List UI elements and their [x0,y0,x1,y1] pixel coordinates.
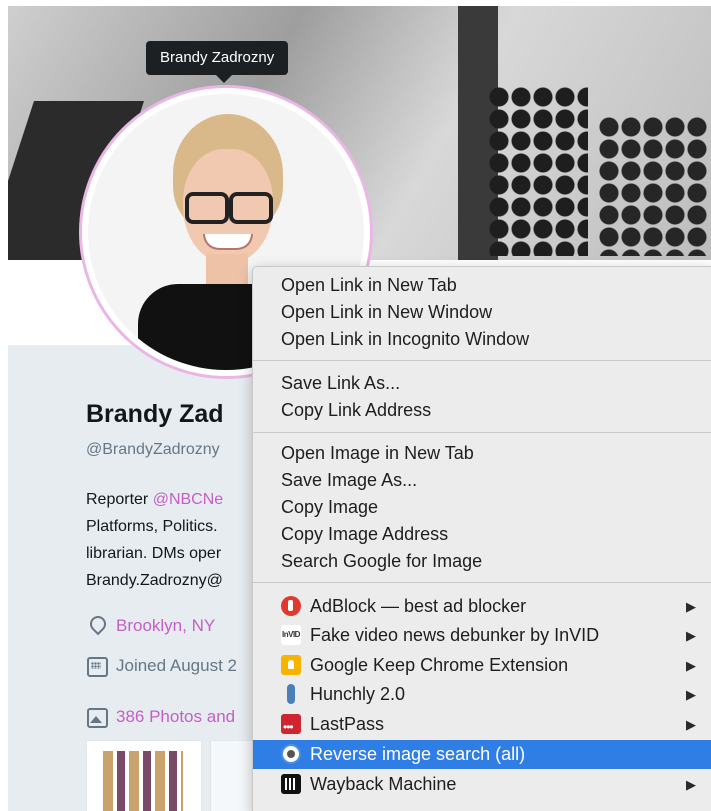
profile-name: Brandy Zad [86,400,224,428]
reverse-image-search-icon [281,744,301,764]
menu-item-copy-image-address[interactable]: Copy Image Address [253,521,711,548]
lastpass-icon [281,713,301,742]
profile-bio: Reporter @NBCNe Platforms, Politics. lib… [86,491,224,589]
adblock-icon [281,596,301,616]
profile-handle[interactable]: @BrandyZadrozny [86,441,220,459]
hunchly-icon [281,684,301,704]
menu-item-copy-image[interactable]: Copy Image [253,494,711,521]
menu-item-save-image-as[interactable]: Save Image As... [253,467,711,494]
menu-item-search-google-for-image[interactable]: Search Google for Image [253,548,711,575]
submenu-arrow-icon: ▶ [686,599,696,614]
tooltip-arrow [216,75,232,83]
location-pin-icon [86,615,108,637]
twitter-profile-page: Brandy Zadrozny Brandy Zad @BrandyZadroz… [0,0,711,811]
menu-separator [253,360,711,361]
menu-item-hunchly[interactable]: Hunchly 2.0 ▶ [253,680,711,709]
context-menu: Open Link in New Tab Open Link in New Wi… [252,266,711,811]
profile-location[interactable]: Brooklyn, NY [86,615,215,637]
submenu-arrow-icon: ▶ [686,628,696,643]
menu-item-invid[interactable]: InVID Fake video news debunker by InVID … [253,621,711,650]
photos-and-videos-link[interactable]: 386 Photos and [86,706,235,728]
submenu-arrow-icon: ▶ [686,717,696,732]
calendar-icon [86,655,108,677]
google-keep-icon [281,655,301,675]
menu-item-adblock[interactable]: AdBlock — best ad blocker ▶ [253,592,711,621]
menu-item-open-link-incognito[interactable]: Open Link in Incognito Window [253,326,711,353]
menu-item-open-link-new-tab[interactable]: Open Link in New Tab [253,272,711,299]
submenu-arrow-icon: ▶ [686,687,696,702]
wayback-machine-icon [281,774,301,794]
media-thumbnail[interactable] [86,740,202,811]
menu-separator [253,582,711,583]
menu-item-reverse-image-search[interactable]: Reverse image search (all) [253,740,711,769]
avatar-tooltip: Brandy Zadrozny [146,41,289,75]
banner-marquee-lights [488,86,588,256]
banner-marquee-lights [598,116,708,256]
menu-item-open-link-new-window[interactable]: Open Link in New Window [253,299,711,326]
submenu-arrow-icon: ▶ [686,658,696,673]
profile-joined-date: Joined August 2 [86,655,237,677]
menu-item-copy-link-address[interactable]: Copy Link Address [253,397,711,424]
menu-item-open-image-new-tab[interactable]: Open Image in New Tab [253,440,711,467]
invid-icon: InVID [281,625,301,645]
menu-item-lastpass[interactable]: LastPass ▶ [253,710,711,742]
menu-separator [253,432,711,433]
menu-item-google-keep[interactable]: Google Keep Chrome Extension ▶ [253,651,711,680]
submenu-arrow-icon: ▶ [686,777,696,792]
image-icon [86,706,108,728]
menu-item-save-link-as[interactable]: Save Link As... [253,370,711,397]
menu-item-wayback-machine[interactable]: Wayback Machine ▶ [253,770,711,799]
bio-mention-link[interactable]: @NBCNe [153,491,223,508]
